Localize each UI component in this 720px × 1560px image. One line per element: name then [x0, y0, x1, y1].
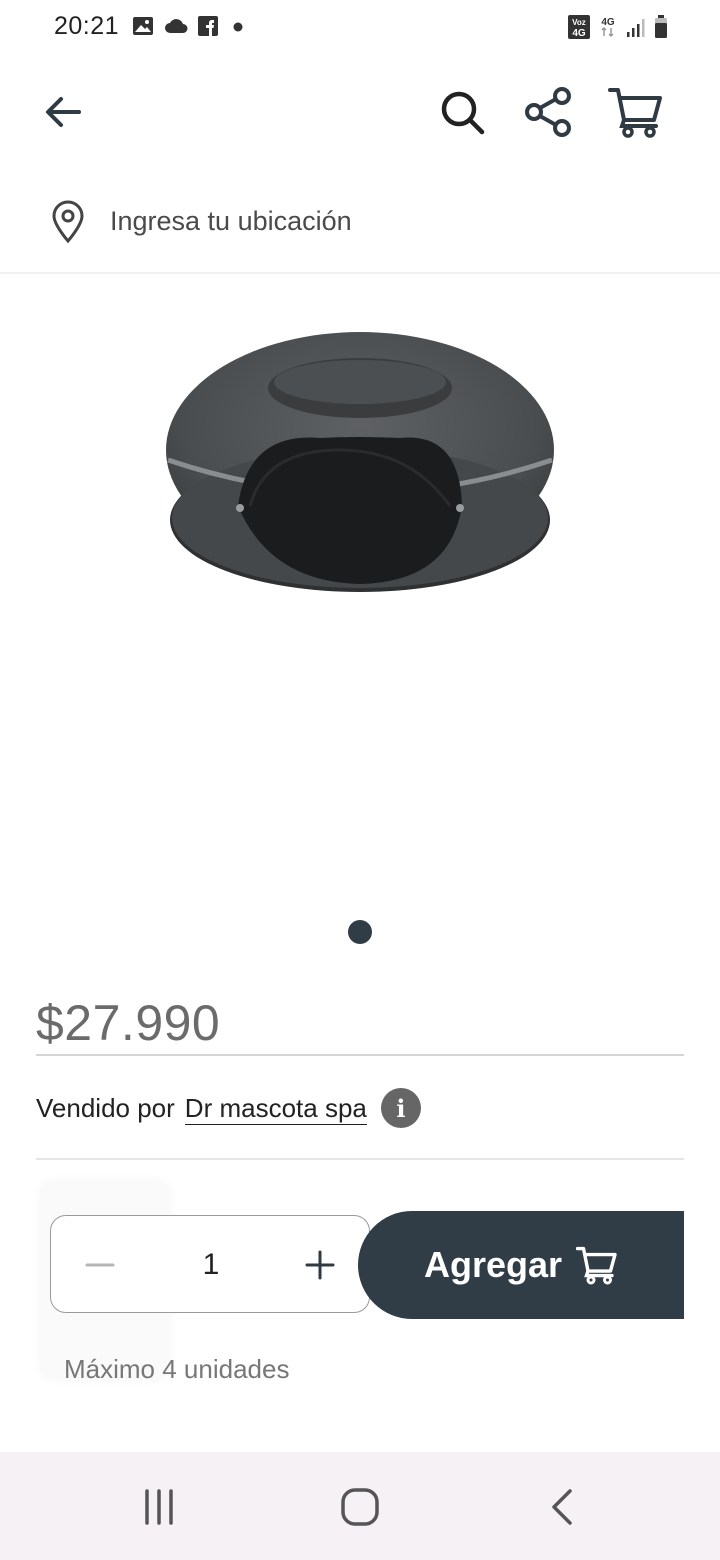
cat-donut-bed-image[interactable]	[150, 320, 570, 610]
svg-text:4G: 4G	[601, 17, 615, 28]
decrease-quantity-button[interactable]	[73, 1238, 127, 1292]
plus-icon	[305, 1250, 335, 1280]
cart-button[interactable]	[608, 84, 664, 140]
location-selector[interactable]: Ingresa tu ubicación	[0, 190, 720, 256]
recent-apps-icon	[145, 1489, 173, 1525]
recent-apps-button[interactable]	[129, 1482, 189, 1532]
system-nav-bar	[0, 1452, 720, 1560]
status-right-icons: Voz 4G 4G	[568, 15, 668, 39]
seller-link[interactable]: Dr mascota spa	[184, 1092, 367, 1125]
4g-data-icon: 4G	[598, 15, 618, 39]
seller-row: Vendido por Dr mascota spa i	[36, 1086, 421, 1130]
cart-icon	[608, 88, 662, 138]
seller-prefix: Vendido por	[36, 1092, 175, 1123]
cloud-icon	[164, 18, 188, 34]
home-button[interactable]	[330, 1482, 390, 1532]
minus-icon	[85, 1263, 115, 1267]
divider	[36, 1158, 684, 1160]
quantity-value[interactable]: 1	[191, 1248, 231, 1282]
svg-text:4G: 4G	[572, 28, 586, 39]
back-nav-button[interactable]	[532, 1482, 592, 1532]
add-to-cart-button[interactable]: Agregar	[358, 1211, 684, 1319]
product-price: $27.990	[36, 995, 221, 1051]
status-left-icons	[132, 16, 248, 36]
add-to-cart-label: Agregar	[423, 1244, 563, 1285]
share-icon	[525, 87, 571, 137]
divider	[36, 1054, 684, 1056]
divider	[0, 272, 720, 274]
volte-icon: Voz 4G	[568, 15, 590, 39]
dot-icon	[228, 16, 248, 36]
home-icon	[341, 1488, 379, 1526]
signal-icon	[626, 16, 646, 38]
svg-text:Voz: Voz	[572, 18, 586, 27]
location-text: Ingresa tu ubicación	[110, 206, 352, 236]
facebook-icon	[198, 16, 218, 36]
battery-icon	[654, 15, 668, 39]
arrow-left-icon	[46, 97, 81, 127]
search-icon	[441, 91, 485, 135]
status-bar: 20:21 Voz 4G 4G	[0, 0, 720, 56]
search-button[interactable]	[434, 84, 490, 140]
app-header	[0, 56, 720, 166]
chevron-left-icon	[552, 1489, 572, 1525]
back-button[interactable]	[35, 84, 91, 140]
share-button[interactable]	[520, 84, 576, 140]
max-units-note: Máximo 4 unidades	[64, 1354, 290, 1384]
info-icon[interactable]: i	[380, 1088, 421, 1128]
image-icon	[132, 16, 154, 36]
cart-icon	[576, 1246, 617, 1285]
location-pin-icon	[50, 200, 86, 249]
quantity-stepper: 1	[50, 1215, 370, 1313]
increase-quantity-button[interactable]	[293, 1238, 347, 1292]
status-time: 20:21	[54, 12, 120, 40]
carousel-dot-active[interactable]	[348, 920, 372, 944]
